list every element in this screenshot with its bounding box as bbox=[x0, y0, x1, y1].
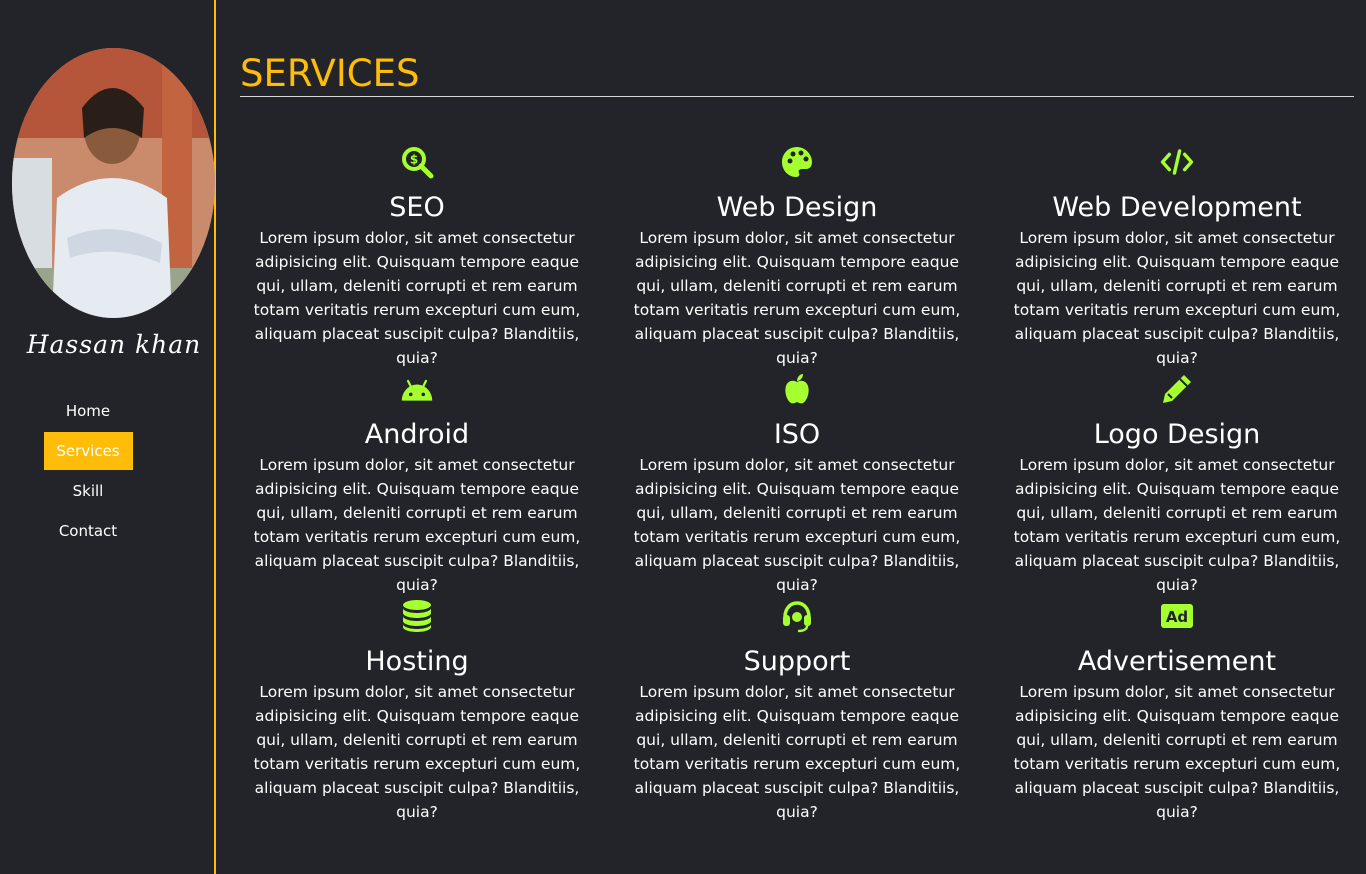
service-title: Advertisement bbox=[1077, 646, 1277, 677]
service-description: Lorem ipsum dolor, sit amet consectetur … bbox=[1013, 683, 1341, 821]
nav-item-skill[interactable]: Skill bbox=[44, 472, 133, 510]
service-card-iso: ISO Lorem ipsum dolor, sit amet consecte… bbox=[620, 367, 974, 594]
headset-icon bbox=[620, 594, 974, 638]
service-description: Lorem ipsum dolor, sit amet consectetur … bbox=[253, 456, 581, 594]
service-card-advertisement: Ad Advertisement Lorem ipsum dolor, sit … bbox=[1000, 594, 1354, 821]
service-title: Support bbox=[743, 646, 851, 677]
service-title: ISO bbox=[773, 419, 821, 450]
service-card-seo: $ SEO Lorem ipsum dolor, sit amet consec… bbox=[240, 140, 594, 367]
sidebar: Hassan khan Home Services Skill Contact bbox=[0, 0, 216, 874]
service-title: SEO bbox=[389, 192, 445, 223]
palette-icon bbox=[620, 140, 974, 184]
service-description: Lorem ipsum dolor, sit amet consectetur … bbox=[633, 229, 961, 367]
database-icon bbox=[240, 594, 594, 638]
service-title: Web Design bbox=[716, 192, 878, 223]
service-description: Lorem ipsum dolor, sit amet consectetur … bbox=[633, 683, 961, 821]
service-card-web-development: Web Development Lorem ipsum dolor, sit a… bbox=[1000, 140, 1354, 367]
nav-item-services[interactable]: Services bbox=[43, 432, 133, 470]
services-grid: $ SEO Lorem ipsum dolor, sit amet consec… bbox=[240, 140, 1354, 821]
profile-name: Hassan khan bbox=[26, 330, 202, 359]
service-card-support: Support Lorem ipsum dolor, sit amet cons… bbox=[620, 594, 974, 821]
service-card-hosting: Hosting Lorem ipsum dolor, sit amet cons… bbox=[240, 594, 594, 821]
page-title: SERVICES bbox=[240, 52, 1354, 97]
service-title: Android bbox=[364, 419, 470, 450]
service-card-android: Android Lorem ipsum dolor, sit amet cons… bbox=[240, 367, 594, 594]
sidebar-nav: Home Services Skill Contact bbox=[0, 392, 176, 552]
service-description: Lorem ipsum dolor, sit amet consectetur … bbox=[633, 456, 961, 594]
service-title: Web Development bbox=[1052, 192, 1302, 223]
pencil-icon bbox=[1000, 367, 1354, 411]
service-title: Logo Design bbox=[1093, 419, 1261, 450]
service-description: Lorem ipsum dolor, sit amet consectetur … bbox=[253, 683, 581, 821]
apple-icon bbox=[620, 367, 974, 411]
svg-text:$: $ bbox=[410, 153, 418, 167]
service-title: Hosting bbox=[365, 646, 469, 677]
service-card-logo-design: Logo Design Lorem ipsum dolor, sit amet … bbox=[1000, 367, 1354, 594]
service-card-web-design: Web Design Lorem ipsum dolor, sit amet c… bbox=[620, 140, 974, 367]
seo-search-dollar-icon: $ bbox=[240, 140, 594, 184]
main-content: SERVICES $ SEO Lorem ipsum dolor, sit am… bbox=[240, 52, 1354, 821]
nav-item-contact[interactable]: Contact bbox=[44, 512, 133, 550]
nav-item-home[interactable]: Home bbox=[44, 392, 133, 430]
code-icon bbox=[1000, 140, 1354, 184]
service-description: Lorem ipsum dolor, sit amet consectetur … bbox=[253, 229, 581, 367]
service-description: Lorem ipsum dolor, sit amet consectetur … bbox=[1013, 229, 1341, 367]
android-icon bbox=[240, 367, 594, 411]
avatar bbox=[12, 48, 215, 318]
ad-icon: Ad bbox=[1000, 594, 1354, 638]
svg-text:Ad: Ad bbox=[1166, 608, 1188, 626]
service-description: Lorem ipsum dolor, sit amet consectetur … bbox=[1013, 456, 1341, 594]
profile-photo bbox=[12, 48, 215, 318]
